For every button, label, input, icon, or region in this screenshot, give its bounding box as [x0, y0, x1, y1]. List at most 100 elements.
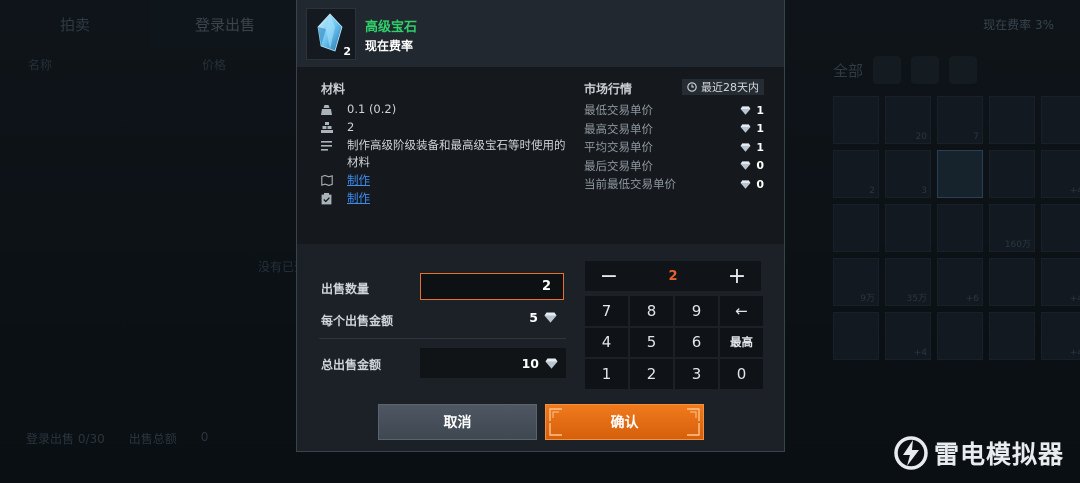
craft-link-row-2: 制作: [321, 190, 566, 207]
column-price: 价格: [202, 58, 227, 72]
background-tabs: 拍卖 登录出售: [0, 0, 300, 48]
corner-ornament-icon: [549, 423, 562, 436]
inventory-slot: [989, 150, 1035, 198]
market-row-label: 最后交易单价: [584, 158, 653, 173]
quantity-label: 出售数量: [321, 282, 370, 296]
diamond-icon: [740, 161, 751, 170]
keypad-key[interactable]: 最高: [720, 327, 763, 357]
craft-link-row-1: 制作: [321, 172, 566, 189]
item-header: 2 高级宝石 现在费率: [297, 0, 784, 67]
slot-count: 35万: [906, 294, 927, 304]
item-subtitle: 现在费率: [365, 39, 414, 53]
inventory-slot: +6: [937, 258, 983, 306]
item-name: 高级宝石: [365, 20, 418, 35]
inventory-slot: [937, 150, 983, 198]
item-quantity-badge: 2: [343, 45, 351, 58]
market-row: 最后交易单价 0: [584, 157, 764, 176]
craft-link-2[interactable]: 制作: [347, 190, 370, 207]
slot-count: +4: [1069, 348, 1080, 358]
keypad-key[interactable]: 1: [585, 359, 628, 389]
corner-ornament-icon: [687, 423, 700, 436]
inventory-slot: [937, 204, 983, 252]
fee-rate: 现在费率 3%: [983, 18, 1054, 32]
helmet-icon: [873, 56, 902, 84]
inventory-slot: [1041, 204, 1080, 252]
market-row: 最低交易单价 1: [584, 101, 764, 120]
cube-icon: [911, 56, 940, 84]
inventory-panel: 全部 20 7 2 3 +4 160万 9万 35万 +6 +4 +4 +4: [825, 50, 1080, 450]
market-title: 市场行情: [584, 82, 633, 96]
unit-price-label: 每个出售金额: [321, 314, 394, 328]
market-row-value: 1: [740, 122, 764, 135]
quantity-input[interactable]: 2: [420, 273, 564, 300]
diamond-icon: [740, 124, 751, 133]
keypad-key[interactable]: 5: [630, 327, 673, 357]
item-info-section: 材料 0.1 (0.2) 2 制作高级阶级装备和最高级宝石等时使用的材料 制作 …: [297, 67, 784, 244]
tab-auction: 拍卖: [59, 15, 90, 34]
inventory-slot: 9万: [833, 258, 879, 306]
background-footer: 登录出售 0/30 出售总额 0: [26, 430, 208, 447]
clipboard-icon: [321, 190, 347, 207]
unit-price-value: 5: [529, 310, 538, 325]
inventory-slot: [885, 204, 931, 252]
decrease-button[interactable]: −: [585, 261, 633, 291]
market-row-number: 0: [756, 159, 764, 173]
keypad-key[interactable]: 7: [585, 296, 628, 326]
item-description: 制作高级阶级装备和最高级宝石等时使用的材料: [347, 138, 566, 169]
keypad-key[interactable]: 3: [675, 359, 718, 389]
weight-icon: [321, 101, 347, 118]
total-price: 10: [420, 348, 566, 378]
emulator-watermark: 雷电模拟器: [894, 435, 1064, 471]
keypad-key[interactable]: ←: [720, 296, 763, 326]
inventory-slot: 160万: [989, 204, 1035, 252]
inventory-slot: 7: [937, 96, 983, 144]
stack-icon: [321, 119, 347, 136]
materials-title: 材料: [321, 82, 346, 96]
slot-count: +6: [965, 294, 979, 304]
confirm-label: 确认: [610, 415, 639, 431]
keypad-key[interactable]: 8: [630, 296, 673, 326]
bag-icon: [949, 56, 978, 84]
unit-price: 5: [497, 310, 557, 325]
keypad-key[interactable]: 4: [585, 327, 628, 357]
inventory-slot: +4: [885, 312, 931, 360]
period-text: 最近28天内: [701, 81, 759, 94]
stack-row: 2: [321, 119, 566, 136]
quantity-stepper: − 2 +: [585, 261, 761, 291]
increase-button[interactable]: +: [713, 261, 761, 291]
weight-row: 0.1 (0.2): [321, 101, 566, 118]
market-row-number: 1: [756, 122, 764, 136]
background-columns: 名称 价格: [28, 56, 226, 73]
weight-value: 0.1 (0.2): [347, 102, 397, 116]
inventory-slot: [833, 204, 879, 252]
materials-list: 0.1 (0.2) 2 制作高级阶级装备和最高级宝石等时使用的材料 制作 制作: [321, 101, 566, 208]
form-divider: [319, 338, 566, 339]
keypad-key[interactable]: 2: [630, 359, 673, 389]
description-row: 制作高级阶级装备和最高级宝石等时使用的材料: [321, 137, 566, 171]
description-icon: [321, 137, 347, 154]
inventory-slot: 2: [833, 150, 879, 198]
cancel-button[interactable]: 取消: [378, 404, 537, 440]
market-row: 当前最低交易单价 0: [584, 175, 764, 194]
slot-count: 160万: [1004, 240, 1031, 250]
inventory-slot: +4: [1041, 258, 1080, 306]
keypad-key[interactable]: 6: [675, 327, 718, 357]
slot-count: 3: [921, 186, 927, 196]
inventory-slot: +4: [1041, 312, 1080, 360]
inventory-slot: 3: [885, 150, 931, 198]
slot-count: +4: [1069, 186, 1080, 196]
period-badge: 最近28天内: [682, 79, 764, 95]
diamond-icon: [740, 143, 751, 152]
confirm-button[interactable]: 确认: [545, 404, 704, 440]
craft-link-1[interactable]: 制作: [347, 172, 370, 189]
sell-form: 出售数量 2 每个出售金额 5 总出售金额 10 − 2 + 7 8 9 ← 4 5 6 最高…: [297, 244, 784, 452]
slot-count: +4: [913, 348, 927, 358]
market-row-value: 0: [740, 178, 764, 191]
corner-ornament-icon: [687, 408, 700, 421]
number-keypad: 7 8 9 ← 4 5 6 最高 1 2 3 0: [585, 296, 763, 389]
keypad-key[interactable]: 0: [720, 359, 763, 389]
keypad-key[interactable]: 9: [675, 296, 718, 326]
market-row-label: 最高交易单价: [584, 121, 653, 136]
corner-ornament-icon: [549, 408, 562, 421]
inventory-slot: [989, 258, 1035, 306]
